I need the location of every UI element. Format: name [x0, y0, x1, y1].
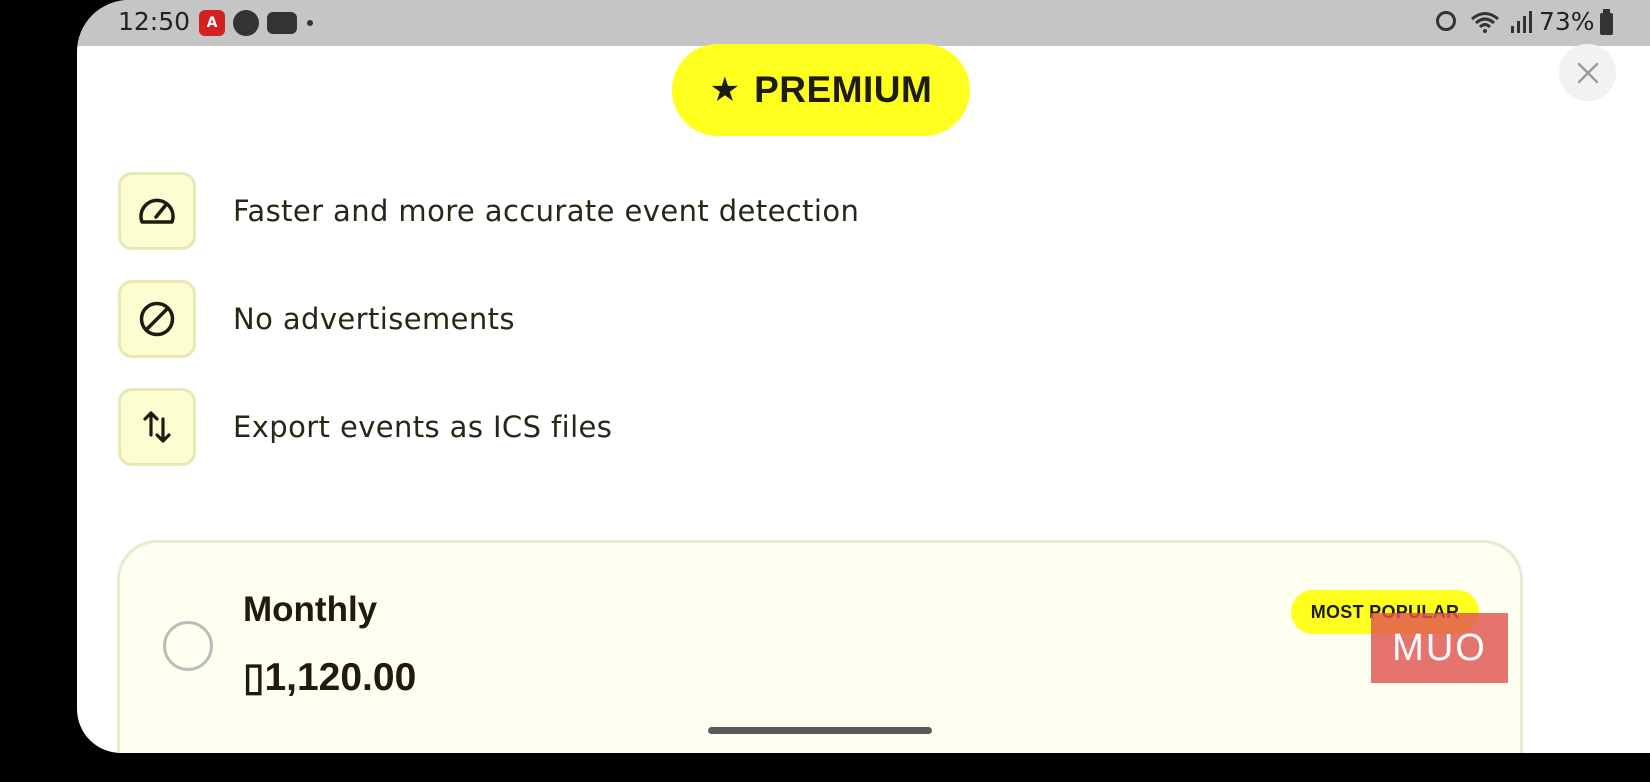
app-screen: 12:50 A 73% ★ PREMIUM Faster and more ac… [77, 0, 1650, 753]
home-gesture-bar[interactable] [708, 727, 932, 734]
status-bar: 12:50 A 73% [77, 0, 1650, 46]
youtube-icon [267, 12, 297, 34]
watermark-logo: MUO [1371, 613, 1508, 683]
wifi-icon [1471, 12, 1499, 33]
premium-label: PREMIUM [754, 69, 933, 110]
navigation-bar [0, 753, 1650, 782]
notification-dot-icon [307, 20, 313, 26]
plan-card-monthly[interactable] [117, 540, 1523, 753]
chat-app-icon [233, 10, 259, 36]
close-button[interactable] [1559, 44, 1616, 101]
swap-vertical-icon [143, 411, 171, 443]
feature-text: No advertisements [233, 302, 515, 336]
feature-text: Export events as ICS files [233, 410, 613, 444]
block-icon [139, 301, 175, 337]
signal-icon [1511, 11, 1532, 33]
status-time: 12:50 [118, 7, 191, 36]
star-icon: ★ [709, 70, 741, 110]
close-icon [1577, 62, 1598, 83]
feature-icon-box [118, 280, 196, 358]
feature-text: Faster and more accurate event detection [233, 194, 860, 228]
premium-badge: ★ PREMIUM [672, 44, 970, 136]
speedometer-icon [139, 198, 175, 224]
battery-icon [1600, 9, 1613, 35]
plan-price: ▯1,120.00 [243, 656, 417, 699]
plan-radio[interactable] [163, 621, 213, 671]
battery-percent: 73% [1539, 7, 1595, 36]
feature-icon-box [118, 388, 196, 466]
usa-app-icon: A [199, 10, 225, 36]
alarm-icon [1436, 11, 1456, 31]
feature-icon-box [118, 172, 196, 250]
plan-name: Monthly [243, 590, 378, 629]
